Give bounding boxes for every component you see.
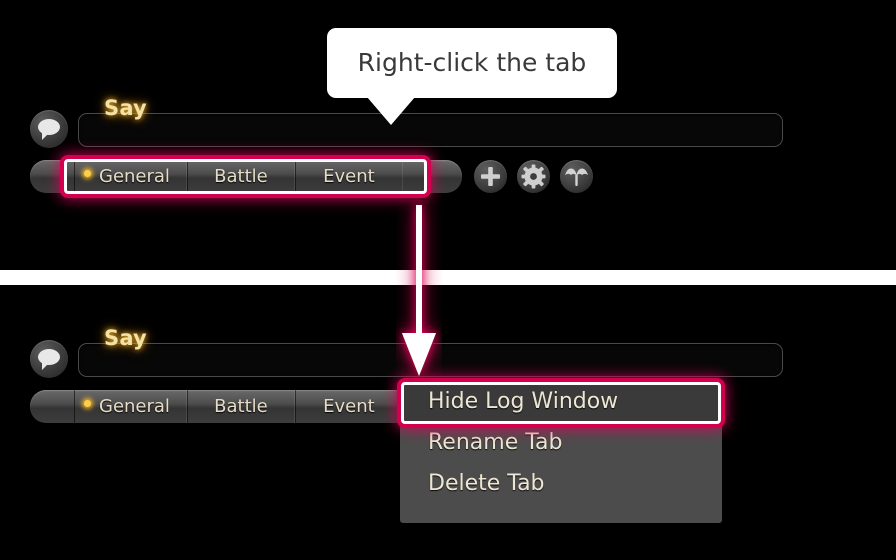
instruction-arrow [396,200,442,380]
gear-icon-button[interactable] [517,160,550,193]
tab-bar-bottom[interactable]: General Battle Event [30,390,462,423]
speech-bubble-glyph [38,119,60,140]
chat-input-row-bottom: Say [0,326,896,386]
tab-event-bottom[interactable]: Event [294,390,403,423]
tab-label: Event [323,396,375,417]
chat-input-top[interactable] [78,113,783,147]
tab-battle-top[interactable]: Battle [186,160,295,193]
context-menu-item-delete-tab[interactable]: Delete Tab [400,463,722,504]
panel-divider [0,270,896,285]
active-tab-dot-icon [84,170,91,177]
gear-icon [521,164,546,189]
active-tab-dot-icon [84,400,91,407]
plus-icon-button[interactable] [474,160,507,193]
chat-panel-before: Say General Battle Event Right-click the… [0,0,896,270]
tooltip-text: Right-click the tab [357,48,587,77]
say-label-top: Say [104,96,147,120]
tab-bar-top[interactable]: General Battle Event [30,160,462,193]
tab-label: General [99,166,170,187]
tab-general-bottom[interactable]: General [74,390,187,423]
plus-icon [481,167,500,186]
context-menu-item-label: Hide Log Window [428,389,619,414]
tab-event-top[interactable]: Event [294,160,403,193]
context-menu-item-rename-tab[interactable]: Rename Tab [400,422,722,463]
tab-context-menu[interactable]: Hide Log Window Rename Tab Delete Tab [400,381,722,523]
tab-list-bottom: General Battle Event [74,390,403,423]
chat-input-row-top: Say [0,96,896,156]
arrow-down-icon [402,205,436,376]
umbrella-icon-button[interactable] [560,160,593,193]
tab-battle-bottom[interactable]: Battle [186,390,295,423]
speech-bubble-icon[interactable] [30,340,68,378]
tab-label: Battle [214,396,268,417]
tab-label: Battle [214,166,268,187]
speech-bubble-glyph [38,349,60,370]
tab-list-top: General Battle Event [74,160,403,193]
say-label-bottom: Say [104,326,147,350]
umbrella-icon [565,168,588,186]
context-menu-item-label: Rename Tab [428,430,563,455]
tooltip-right-click: Right-click the tab [327,28,617,125]
tooltip-pointer [367,97,415,125]
tab-label: Event [323,166,375,187]
tab-general-top[interactable]: General [74,160,187,193]
context-menu-item-label: Delete Tab [428,471,545,496]
context-menu-item-hide-log-window[interactable]: Hide Log Window [400,381,722,422]
speech-bubble-icon[interactable] [30,110,68,148]
tab-label: General [99,396,170,417]
